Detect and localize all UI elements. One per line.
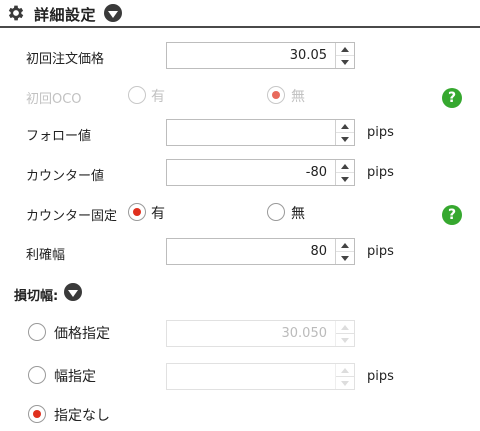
initial-oco-no-label: 無 xyxy=(291,89,305,105)
increment-button[interactable] xyxy=(336,364,354,377)
decrement-button[interactable] xyxy=(336,334,354,346)
decrement-button[interactable] xyxy=(336,56,354,68)
follow-value-stepper[interactable] xyxy=(166,119,355,146)
initial-order-price-input[interactable]: 30.05 xyxy=(167,43,335,68)
decrement-button[interactable] xyxy=(336,173,354,185)
price-spec-label: 価格指定 xyxy=(54,326,110,342)
no-spec-radio[interactable] xyxy=(28,405,46,423)
initial-oco-yes-radio[interactable] xyxy=(128,86,146,104)
follow-value-input[interactable] xyxy=(167,120,335,145)
decrement-button[interactable] xyxy=(336,133,354,145)
width-spec-radio[interactable] xyxy=(28,366,46,384)
counter-value-input[interactable]: -80 xyxy=(167,160,335,185)
initial-order-price-stepper[interactable]: 30.05 xyxy=(166,42,355,69)
initial-oco-no-radio[interactable] xyxy=(267,86,285,104)
counter-fixed-no-radio[interactable] xyxy=(267,203,285,221)
counter-fixed-label: カウンター固定 xyxy=(26,209,118,224)
decrement-button[interactable] xyxy=(336,377,354,389)
profit-width-unit: pips xyxy=(367,244,394,259)
follow-value-unit: pips xyxy=(367,125,394,140)
counter-fixed-yes-radio[interactable] xyxy=(128,203,146,221)
gear-icon xyxy=(8,5,24,21)
profit-width-input[interactable]: 80 xyxy=(167,239,335,264)
increment-button[interactable] xyxy=(336,120,354,133)
width-spec-unit: pips xyxy=(367,369,394,384)
counter-value-label: カウンター値 xyxy=(26,169,105,184)
initial-oco-yes-label: 有 xyxy=(151,89,165,105)
profit-width-stepper[interactable]: 80 xyxy=(166,238,355,265)
counter-value-unit: pips xyxy=(367,165,394,180)
price-spec-stepper[interactable]: 30.050 xyxy=(166,320,355,347)
initial-order-price-label: 初回注文価格 xyxy=(26,52,105,67)
width-spec-stepper[interactable] xyxy=(166,363,355,390)
increment-button[interactable] xyxy=(336,43,354,56)
width-spec-label: 幅指定 xyxy=(54,369,96,385)
price-spec-input[interactable]: 30.050 xyxy=(167,321,335,346)
chevron-down-icon[interactable] xyxy=(104,4,122,22)
profit-width-label: 利確幅 xyxy=(26,248,66,263)
counter-fixed-yes-label: 有 xyxy=(151,206,165,222)
stop-loss-title: 損切幅: xyxy=(14,289,59,304)
follow-value-label: フォロー値 xyxy=(26,129,92,144)
chevron-down-icon[interactable] xyxy=(64,283,82,301)
increment-button[interactable] xyxy=(336,160,354,173)
help-icon[interactable]: ? xyxy=(442,205,462,225)
help-icon[interactable]: ? xyxy=(442,88,462,108)
counter-value-stepper[interactable]: -80 xyxy=(166,159,355,186)
no-spec-label: 指定なし xyxy=(54,408,110,424)
decrement-button[interactable] xyxy=(336,252,354,264)
width-spec-input[interactable] xyxy=(167,364,335,389)
increment-button[interactable] xyxy=(336,321,354,334)
increment-button[interactable] xyxy=(336,239,354,252)
page-title: 詳細設定 xyxy=(34,6,97,24)
price-spec-radio[interactable] xyxy=(28,323,46,341)
counter-fixed-no-label: 無 xyxy=(291,206,305,222)
initial-oco-label: 初回OCO xyxy=(26,92,82,107)
